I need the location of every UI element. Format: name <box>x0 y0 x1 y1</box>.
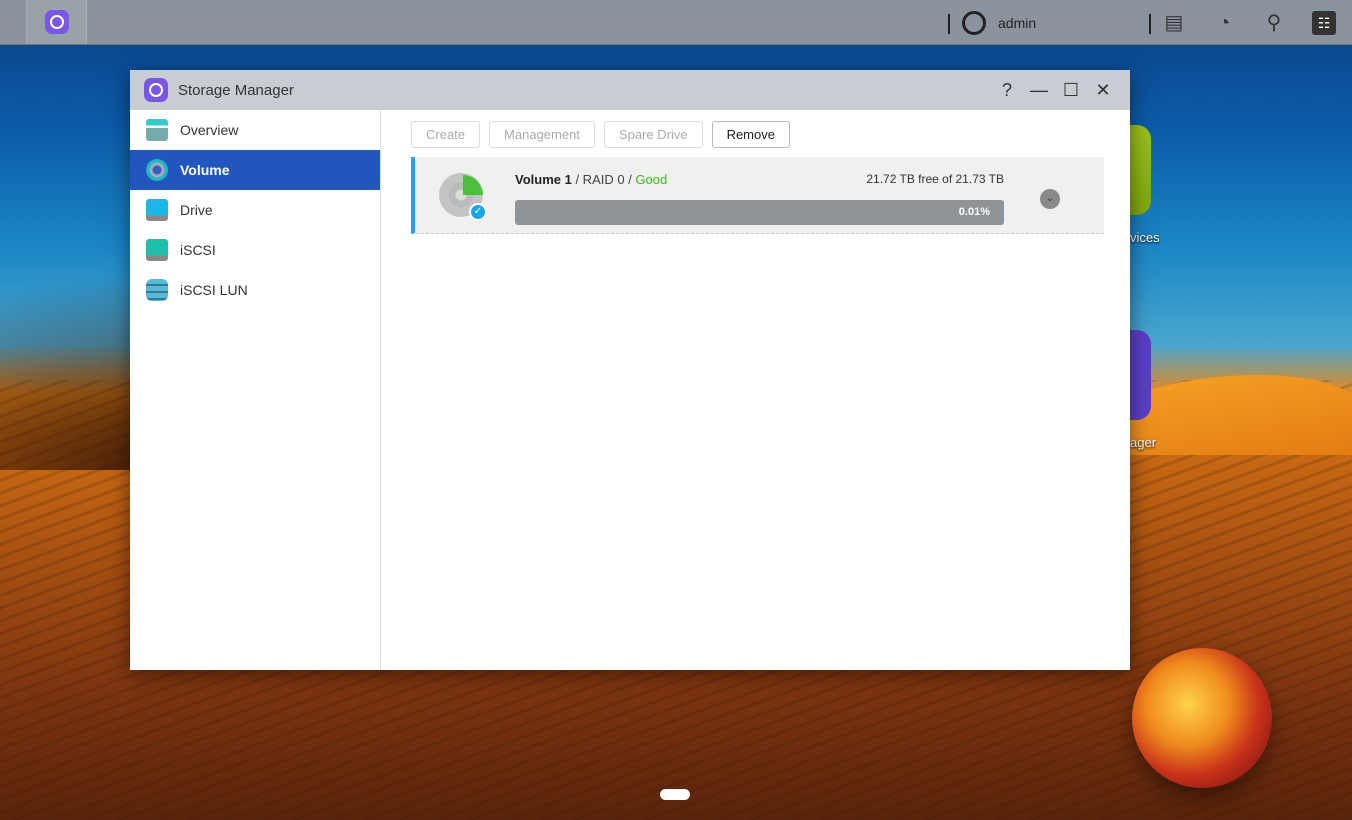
user-menu[interactable]: admin <box>962 11 1036 35</box>
sidebar-item-drive[interactable]: Drive <box>130 190 380 230</box>
user-icon <box>962 11 986 35</box>
close-button[interactable]: ✕ <box>1094 80 1112 101</box>
toolbar: Create Management Spare Drive Remove <box>411 121 1104 148</box>
desktop-label[interactable]: ager <box>1130 435 1156 450</box>
iscsi-icon <box>146 239 168 261</box>
usage-wedge-icon <box>463 175 483 195</box>
sidebar-item-iscsi[interactable]: iSCSI <box>130 230 380 270</box>
maximize-button[interactable]: ☐ <box>1062 80 1080 101</box>
sidebar-item-label: Overview <box>180 122 239 138</box>
volume-title: Volume 1 / RAID 0 / Good <box>515 172 667 187</box>
iscsi-lun-icon <box>146 279 168 301</box>
minimize-button[interactable]: — <box>1030 80 1048 101</box>
storage-manager-window: Storage Manager ? — ☐ ✕ Overview Volume … <box>130 70 1130 670</box>
volume-row[interactable]: ✓ Volume 1 / RAID 0 / Good 21.72 TB free… <box>411 157 1104 234</box>
check-icon: ✓ <box>469 203 487 221</box>
dashboard-icon[interactable]: ◔ <box>1212 11 1236 35</box>
dock-handle[interactable] <box>660 789 690 800</box>
divider <box>948 14 950 34</box>
settings-icon[interactable]: ☷ <box>1312 11 1336 35</box>
main-content: Create Management Spare Drive Remove ✓ V… <box>382 110 1130 670</box>
spare-drive-button[interactable]: Spare Drive <box>603 121 703 148</box>
window-title: Storage Manager <box>178 81 294 99</box>
sidebar-item-overview[interactable]: Overview <box>130 110 380 150</box>
desktop-label[interactable]: vices <box>1130 230 1160 245</box>
sidebar-item-label: Drive <box>180 202 213 218</box>
management-button[interactable]: Management <box>489 121 595 148</box>
storage-manager-icon <box>144 78 168 102</box>
sidebar-item-iscsi-lun[interactable]: iSCSI LUN <box>130 270 380 310</box>
sidebar-item-label: iSCSI LUN <box>180 282 248 298</box>
usage-label: 0.01% <box>958 206 990 218</box>
search-icon[interactable]: ⚲ <box>1262 11 1286 35</box>
remove-button[interactable]: Remove <box>711 121 790 148</box>
volume-raid: / RAID 0 / <box>571 172 636 187</box>
chevron-down-icon[interactable]: ⌄ <box>1040 189 1060 209</box>
sidebar: Overview Volume Drive iSCSI iSCSI LUN <box>130 110 381 670</box>
help-button[interactable]: ? <box>998 80 1016 101</box>
sidebar-item-label: Volume <box>180 162 230 178</box>
taskbar: admin ▤ ◔ ⚲ ☷ <box>0 0 1352 45</box>
volume-capacity: 21.72 TB free of 21.73 TB <box>866 172 1004 186</box>
divider <box>1149 14 1151 34</box>
volume-icon <box>146 159 168 181</box>
taskbar-storage-manager[interactable] <box>26 0 87 44</box>
username: admin <box>998 15 1037 31</box>
create-button[interactable]: Create <box>411 121 481 148</box>
sidebar-item-volume[interactable]: Volume <box>130 150 380 190</box>
volume-name: Volume 1 <box>515 172 572 187</box>
usage-bar: 0.01% <box>515 200 1004 225</box>
overview-icon <box>146 119 168 141</box>
drive-icon <box>146 199 168 221</box>
notifications-icon[interactable]: ▤ <box>1162 11 1186 35</box>
sidebar-item-label: iSCSI <box>180 242 216 258</box>
window-titlebar[interactable]: Storage Manager ? — ☐ ✕ <box>130 70 1130 110</box>
volume-status: Good <box>635 172 668 187</box>
brand-logo <box>1132 648 1272 788</box>
storage-manager-icon <box>44 10 69 34</box>
